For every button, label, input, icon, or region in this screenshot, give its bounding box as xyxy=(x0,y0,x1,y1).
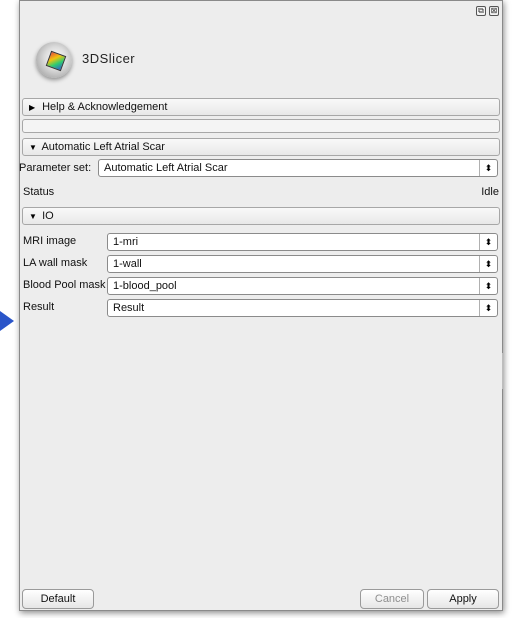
logo-text: 3DSlicer xyxy=(82,51,136,66)
combo-spin-icon: ⬍ xyxy=(479,278,497,294)
close-icon[interactable]: ⊠ xyxy=(489,6,499,16)
blood-pool-mask-value: 1-blood_pool xyxy=(113,280,177,292)
apply-button[interactable]: Apply xyxy=(427,589,499,609)
section-automatic-left-atrial-scar[interactable]: ▼ Automatic Left Atrial Scar xyxy=(22,138,500,156)
pointer-arrow-icon xyxy=(0,311,14,331)
splitter-handle[interactable] xyxy=(502,353,504,389)
module-panel: ⧉ ⊠ 3DSlicer ▶ Help & Acknowledgement ▼ … xyxy=(19,0,504,611)
result-combo[interactable]: Result ⬍ xyxy=(107,299,498,317)
cancel-button[interactable]: Cancel xyxy=(360,589,424,609)
mri-image-combo[interactable]: 1-mri ⬍ xyxy=(107,233,498,251)
la-wall-mask-label: LA wall mask xyxy=(23,257,88,269)
collapsed-arrow-icon: ▶ xyxy=(29,103,36,112)
combo-spin-icon: ⬍ xyxy=(479,256,497,272)
section-label: Automatic Left Atrial Scar xyxy=(41,141,165,153)
blood-pool-mask-combo[interactable]: 1-blood_pool ⬍ xyxy=(107,277,498,295)
mri-image-value: 1-mri xyxy=(113,236,139,248)
section-label: IO xyxy=(42,210,54,222)
result-value: Result xyxy=(113,302,145,314)
status-value: Idle xyxy=(481,186,499,198)
status-label: Status xyxy=(23,186,55,198)
parameter-set-value: Automatic Left Atrial Scar xyxy=(104,162,228,174)
la-wall-mask-value: 1-wall xyxy=(113,258,142,270)
section-io[interactable]: ▼ IO xyxy=(22,207,500,225)
expanded-arrow-icon: ▼ xyxy=(29,212,37,221)
combo-spin-icon: ⬍ xyxy=(479,300,497,316)
result-label: Result xyxy=(23,301,55,313)
expanded-arrow-icon: ▼ xyxy=(29,143,37,152)
parameter-set-label: Parameter set: xyxy=(19,162,92,174)
blood-pool-mask-label: Blood Pool mask xyxy=(23,279,106,291)
default-button[interactable]: Default xyxy=(22,589,94,609)
logo-area: 3DSlicer xyxy=(20,27,502,93)
combo-spin-icon: ⬍ xyxy=(479,160,497,176)
section-label: Help & Acknowledgement xyxy=(42,101,168,113)
parameter-set-combo[interactable]: Automatic Left Atrial Scar ⬍ xyxy=(98,159,498,177)
section-help-acknowledgement[interactable]: ▶ Help & Acknowledgement xyxy=(22,98,500,116)
mri-image-label: MRI image xyxy=(23,235,77,247)
combo-spin-icon: ⬍ xyxy=(479,234,497,250)
la-wall-mask-combo[interactable]: 1-wall ⬍ xyxy=(107,255,498,273)
panel-titlebar: ⧉ ⊠ xyxy=(20,1,502,27)
section-separator xyxy=(22,119,500,133)
float-icon[interactable]: ⧉ xyxy=(476,6,486,16)
